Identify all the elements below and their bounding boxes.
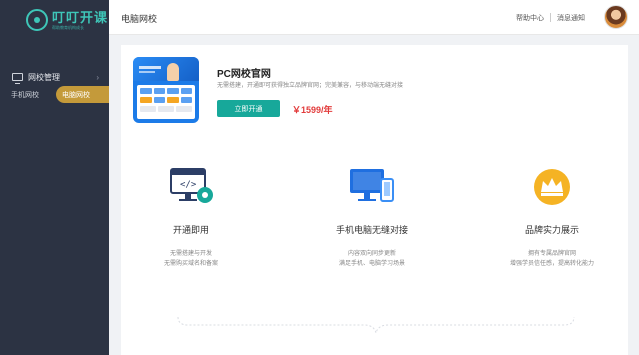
logo[interactable]: 叮叮开课 帮助教育机构成长	[26, 9, 108, 31]
product-description: 无需搭建，开通即可获得独立品牌官网；完美兼容，与移动端无缝对接	[217, 83, 404, 89]
feature-line: 增强学员信任感，提高转化能力	[509, 261, 594, 268]
sidebar-item-label: 手机网校	[11, 91, 39, 99]
feature-line: 无需搭建与开发	[169, 251, 212, 257]
feature-title: 开通即用	[172, 225, 209, 235]
avatar[interactable]	[604, 5, 628, 29]
feature-line: 拥有专属品牌官网	[527, 251, 576, 257]
feature-line: 无需购买域名和备案	[163, 261, 218, 268]
page-title: 电脑网校	[121, 14, 158, 24]
sidebar-item-pc-school[interactable]: 电脑网校	[56, 86, 109, 103]
feature-seamless-devices: 手机电脑无缝对接 内容双向同步更新 满足手机、电脑学习场景	[302, 167, 442, 268]
price-label: ￥1599/年	[292, 105, 333, 115]
feature-instant-use: </> 开通即用 无需搭建与开发 无需购买域名和备案	[121, 167, 261, 268]
feature-brand-showcase: 品牌实力展示 拥有专属品牌官网 增强学员信任感，提高转化能力	[482, 167, 622, 268]
nav-group-school-management[interactable]: 网校管理 ›	[0, 68, 109, 86]
logo-icon	[26, 9, 48, 31]
notifications-link[interactable]: 消息通知	[557, 13, 585, 23]
top-header: 电脑网校 帮助中心 消息通知	[109, 0, 639, 35]
devices-icon	[348, 167, 396, 207]
nav-group-label: 网校管理	[28, 72, 60, 82]
product-title: PC网校官网	[217, 69, 271, 80]
product-thumbnail	[133, 57, 199, 123]
monitor-icon	[12, 73, 23, 84]
decorative-brace	[177, 316, 575, 334]
sidebar-item-mobile-school[interactable]: 手机网校	[11, 86, 39, 103]
feature-title: 手机电脑无缝对接	[335, 225, 408, 235]
svg-text:</>: </>	[180, 180, 197, 190]
feature-title: 品牌实力展示	[524, 225, 579, 235]
sidebar: 叮叮开课 帮助教育机构成长 网校管理 › 手机网校 电脑网校	[0, 0, 109, 355]
feature-line: 内容双向同步更新	[347, 251, 396, 257]
header-divider	[550, 13, 551, 22]
help-center-link[interactable]: 帮助中心	[516, 13, 544, 23]
crown-icon	[528, 167, 576, 207]
feature-line: 满足手机、电脑学习场景	[338, 261, 405, 268]
sidebar-item-label: 电脑网校	[62, 91, 90, 99]
logo-name: 叮叮开课	[52, 9, 109, 25]
logo-subtitle: 帮助教育机构成长	[52, 24, 84, 30]
chevron-right-icon: ›	[96, 72, 99, 82]
open-now-button[interactable]: 立即开通	[217, 100, 280, 117]
code-settings-icon: </>	[167, 167, 215, 207]
main-content: PC网校官网 无需搭建，开通即可获得独立品牌官网；完美兼容，与移动端无缝对接 立…	[121, 45, 628, 355]
